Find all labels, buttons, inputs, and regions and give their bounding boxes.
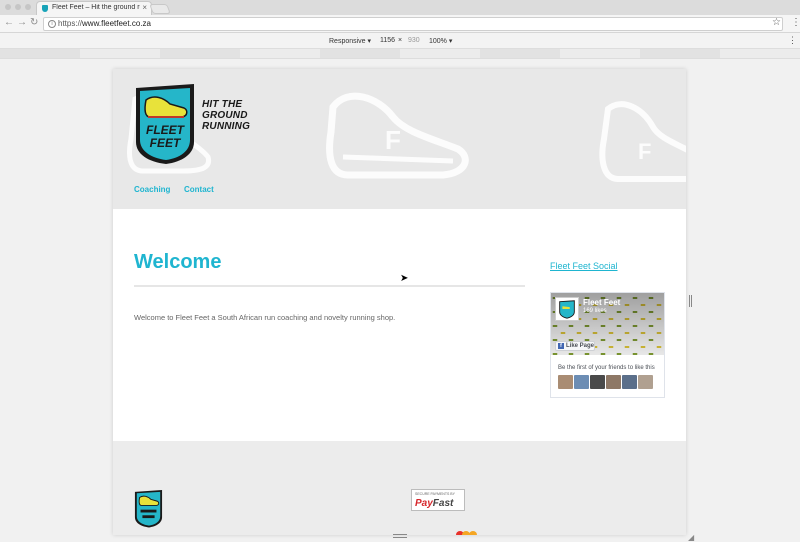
browser-tab[interactable]: Fleet Feet – Hit the ground run × xyxy=(36,1,152,15)
page-viewport: F F FLEET FEET HIT THE GROUND RUNNING Co… xyxy=(113,69,686,535)
facebook-likes: 169 likes xyxy=(583,308,607,314)
payfast-badge[interactable]: SECURE PAYMENTS BY PayFast xyxy=(411,489,465,511)
viewport-bottom-resize-handle[interactable] xyxy=(393,534,407,538)
payfast-name-b: Fast xyxy=(432,498,454,509)
viewport-width-input[interactable]: 1156 xyxy=(380,37,395,44)
fleet-feet-logo[interactable]: FLEET FEET xyxy=(134,82,196,165)
svg-text:F: F xyxy=(638,139,651,164)
maximize-window-icon[interactable] xyxy=(25,4,31,10)
like-page-button[interactable]: f Like Page xyxy=(555,341,595,351)
friend-avatar[interactable] xyxy=(638,375,653,389)
nav-contact[interactable]: Contact xyxy=(184,185,214,194)
tab-strip: Fleet Feet – Hit the ground run × xyxy=(0,0,800,15)
media-query-ruler[interactable] xyxy=(0,49,800,59)
facebook-avatar[interactable] xyxy=(555,297,579,321)
payfast-caption: SECURE PAYMENTS BY xyxy=(415,492,455,496)
tagline-line: RUNNING xyxy=(202,121,251,132)
site-header: F F FLEET FEET HIT THE GROUND RUNNING Co… xyxy=(113,69,686,209)
logo-line-2: FEET xyxy=(150,136,182,150)
favicon-icon xyxy=(42,5,48,12)
devtools-more-icon[interactable]: ⋮ xyxy=(788,35,797,46)
url-text: https://www.fleetfeet.co.za xyxy=(58,19,151,28)
logo-line-1: FLEET xyxy=(146,123,186,137)
friend-avatar[interactable] xyxy=(574,375,589,389)
friend-avatar[interactable] xyxy=(622,375,637,389)
friends-like-text: Be the first of your friends to like thi… xyxy=(558,365,655,371)
payfast-name-a: Pay xyxy=(415,498,433,509)
viewport-height-input[interactable]: 930 xyxy=(408,37,420,44)
reload-icon[interactable]: ↻ xyxy=(30,17,38,28)
welcome-text: Welcome to Fleet Feet a South African ru… xyxy=(134,313,396,322)
svg-text:F: F xyxy=(385,125,401,155)
page-title: Welcome xyxy=(134,251,222,273)
tab-close-icon[interactable]: × xyxy=(142,3,147,12)
new-tab-button[interactable] xyxy=(149,4,171,14)
facebook-page-name[interactable]: Fleet Feet xyxy=(583,298,620,307)
friend-faces xyxy=(558,375,653,389)
tab-title: Fleet Feet – Hit the ground run xyxy=(52,4,140,11)
dimension-times: × xyxy=(398,37,403,44)
like-page-label: Like Page xyxy=(566,343,595,349)
card-logos xyxy=(456,531,477,535)
tagline: HIT THE GROUND RUNNING xyxy=(202,99,250,132)
facebook-page-widget: Fleet Feet 169 likes f Like Page Be the f… xyxy=(550,292,665,398)
friend-avatar[interactable] xyxy=(558,375,573,389)
back-icon[interactable]: ← xyxy=(4,17,14,28)
device-select[interactable]: Responsive ▾ xyxy=(329,37,371,45)
site-footer: SECURE PAYMENTS BY PayFast xyxy=(113,441,686,535)
tagline-line: GROUND xyxy=(202,110,248,121)
device-toolbar: Responsive ▾ 1156 × 930 100% ▾ ⋮ xyxy=(0,33,800,49)
zoom-select[interactable]: 100% ▾ xyxy=(429,37,452,45)
social-link[interactable]: Fleet Feet Social xyxy=(550,261,618,271)
browser-menu-icon[interactable]: ⋮ xyxy=(791,17,800,28)
info-icon[interactable]: i xyxy=(48,20,56,28)
footer-logo[interactable] xyxy=(134,489,163,528)
close-window-icon[interactable] xyxy=(5,4,11,10)
address-bar: ← → ↻ i https://www.fleetfeet.co.za xyxy=(0,15,800,33)
url-prefix: https:// xyxy=(58,19,83,28)
url-host: www.fleetfeet.co.za xyxy=(82,19,151,28)
friend-avatar[interactable] xyxy=(606,375,621,389)
payfast-logo: PayFast xyxy=(415,498,453,509)
title-divider xyxy=(134,285,525,287)
shoe-outline-icon: F xyxy=(326,92,469,179)
mouse-cursor-icon: ➤ xyxy=(400,273,409,284)
forward-icon[interactable]: → xyxy=(17,17,27,28)
nav-coaching[interactable]: Coaching xyxy=(134,185,170,194)
viewport-resize-handle[interactable] xyxy=(689,295,692,307)
shoe-outline-icon: F xyxy=(599,101,686,182)
facebook-icon: f xyxy=(558,343,564,349)
bookmark-star-icon[interactable]: ☆ xyxy=(772,17,781,28)
friend-avatar[interactable] xyxy=(590,375,605,389)
tagline-line: HIT THE xyxy=(202,99,243,110)
minimize-window-icon[interactable] xyxy=(15,4,21,10)
url-input[interactable]: i https://www.fleetfeet.co.za xyxy=(43,17,783,31)
